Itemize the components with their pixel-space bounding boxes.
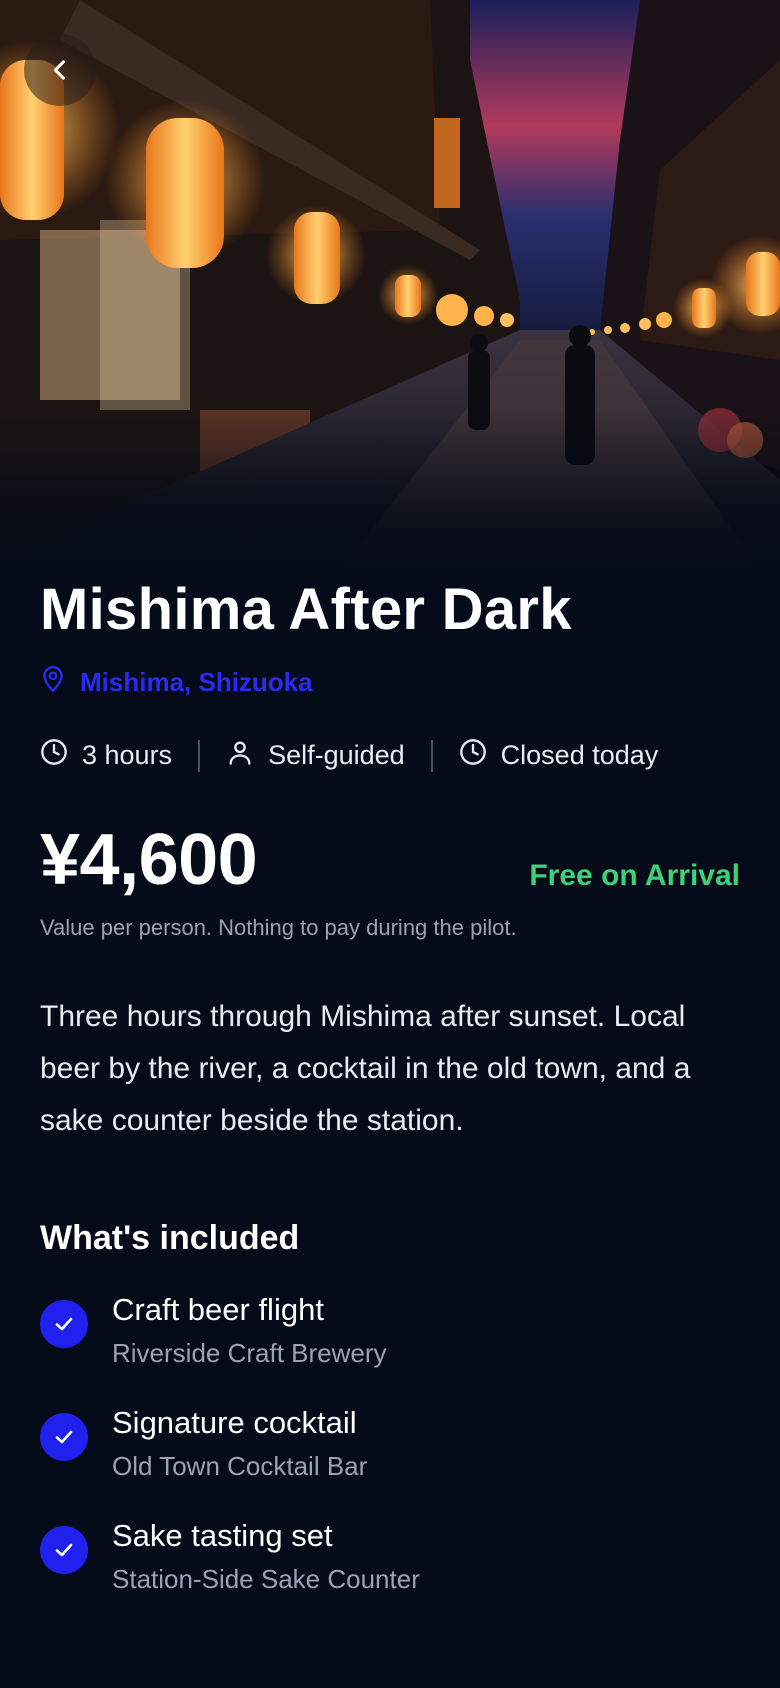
- back-button[interactable]: [24, 34, 96, 106]
- list-item: Sake tasting set Station-Side Sake Count…: [40, 1516, 740, 1595]
- guide-type: Self-guided: [226, 738, 405, 773]
- price-note: Value per person. Nothing to pay during …: [40, 915, 517, 940]
- check-icon: [40, 1413, 88, 1461]
- location-label: Mishima, Shizuoka: [80, 667, 313, 697]
- meta-row: 3 hours Self-guided Closed today: [40, 738, 740, 773]
- clock-icon: [40, 738, 68, 773]
- guide-label: Self-guided: [268, 740, 405, 770]
- person-icon: [226, 738, 254, 773]
- free-badge: Free on Arrival: [529, 859, 740, 892]
- included-title: What's included: [40, 1219, 300, 1257]
- list-item: Craft beer flight Riverside Craft Brewer…: [40, 1290, 740, 1369]
- meta-divider: [430, 739, 433, 772]
- duration-label: 3 hours: [82, 740, 173, 770]
- price-row: ¥4,600 Free on Arrival: [40, 823, 740, 897]
- item-name: Sake tasting set: [112, 1518, 333, 1553]
- price-value: ¥4,600: [40, 820, 258, 900]
- check-icon: [40, 1300, 88, 1348]
- location-link[interactable]: Mishima, Shizuoka: [40, 665, 740, 700]
- status-label: Closed today: [500, 740, 659, 770]
- duration: 3 hours: [40, 738, 172, 773]
- check-icon: [40, 1526, 88, 1574]
- included-list: Craft beer flight Riverside Craft Brewer…: [40, 1290, 740, 1595]
- clock-icon: [459, 738, 487, 773]
- map-pin-icon: [40, 665, 66, 700]
- page-title: Mishima After Dark: [40, 577, 572, 642]
- chevron-left-icon: [46, 56, 74, 84]
- item-name: Craft beer flight: [112, 1292, 324, 1327]
- item-name: Signature cocktail: [112, 1405, 357, 1440]
- experience-details: Mishima After Dark Mishima, Shizuoka 3 h…: [40, 575, 740, 1629]
- item-venue: Station-Side Sake Counter: [112, 1564, 420, 1594]
- item-venue: Old Town Cocktail Bar: [112, 1451, 368, 1481]
- meta-divider: [198, 739, 201, 772]
- opening-status: Closed today: [459, 738, 659, 773]
- item-venue: Riverside Craft Brewery: [112, 1338, 387, 1368]
- description: Three hours through Mishima after sunset…: [40, 1000, 691, 1137]
- hero-image: [0, 0, 780, 570]
- list-item: Signature cocktail Old Town Cocktail Bar: [40, 1403, 740, 1482]
